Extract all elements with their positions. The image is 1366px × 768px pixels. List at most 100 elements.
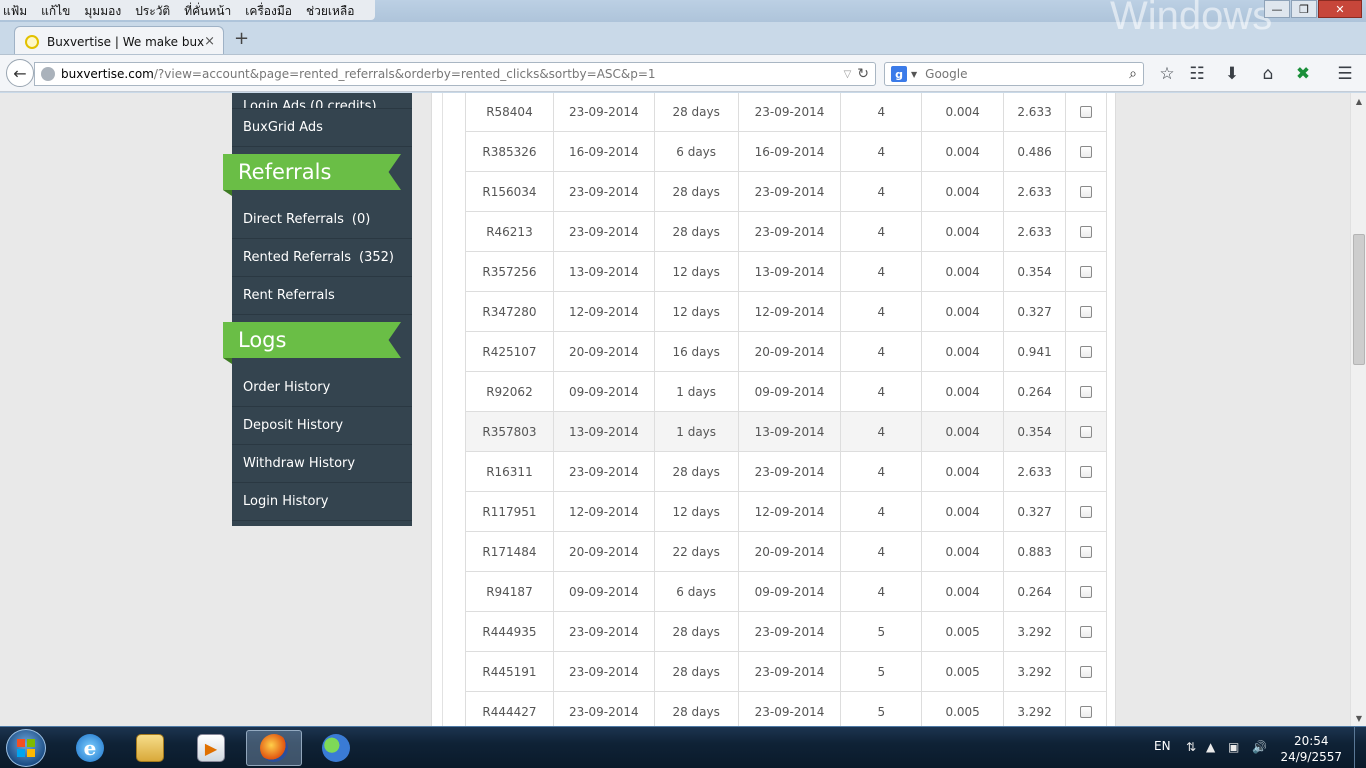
sidebar-item-withdraw-history[interactable]: Withdraw History: [232, 445, 412, 483]
row-checkbox[interactable]: [1080, 266, 1092, 278]
sidebar-item-label: BuxGrid Ads: [243, 120, 323, 135]
tab-title: Buxvertise | We make bux c...: [47, 34, 205, 49]
sidebar-item-buxgrid-ads[interactable]: BuxGrid Ads: [232, 109, 412, 147]
row-checkbox[interactable]: [1080, 626, 1092, 638]
clicks-cell: 4: [840, 491, 923, 532]
google-engine-icon[interactable]: g: [891, 66, 907, 82]
rented-date-cell: 13-09-2014: [552, 411, 655, 452]
referrals-section-header: Referrals: [223, 147, 412, 201]
menu-tools[interactable]: เครื่องมือ: [245, 2, 292, 20]
expires-in-cell: 12 days: [653, 291, 739, 332]
search-box[interactable]: g ▼ ⌕: [884, 62, 1144, 86]
search-icon[interactable]: ⌕: [1129, 66, 1137, 82]
row-checkbox[interactable]: [1080, 146, 1092, 158]
network-icon[interactable]: ▣: [1228, 740, 1239, 754]
menu-history[interactable]: ประวัติ: [135, 2, 170, 20]
show-desktop-button[interactable]: [1354, 727, 1366, 768]
row-checkbox[interactable]: [1080, 546, 1092, 558]
average-cell: 0.004: [921, 451, 1005, 492]
expires-in-cell: 28 days: [653, 691, 739, 726]
row-checkbox[interactable]: [1080, 386, 1092, 398]
table-row: R347280 12-09-2014 12 days 12-09-2014 4 0.004…: [465, 291, 1107, 332]
average-cell: 0.005: [921, 691, 1005, 726]
row-checkbox[interactable]: [1080, 186, 1092, 198]
taskbar-messenger[interactable]: [308, 730, 364, 766]
search-input[interactable]: [925, 67, 1130, 81]
bookmark-star-icon[interactable]: ☆: [1156, 63, 1178, 85]
row-checkbox[interactable]: [1080, 506, 1092, 518]
rented-date-cell: 12-09-2014: [552, 291, 655, 332]
sidebar-item-direct-referrals[interactable]: Direct Referrals (0): [232, 201, 412, 239]
tray-arrow-icon[interactable]: ▲: [1206, 740, 1215, 754]
clock[interactable]: 20:54 24/9/2557: [1280, 733, 1342, 765]
menu-hamburger-icon[interactable]: ☰: [1334, 63, 1356, 85]
row-checkbox[interactable]: [1080, 706, 1092, 718]
taskbar-internet-explorer[interactable]: e: [62, 730, 118, 766]
sidebar-item-deposit-history[interactable]: Deposit History: [232, 407, 412, 445]
scroll-up-icon[interactable]: ▲: [1351, 93, 1366, 109]
row-checkbox[interactable]: [1080, 106, 1092, 118]
menu-bar: แฟ้ม แก้ไข มุมมอง ประวัติ ที่คั่นหน้า เค…: [0, 0, 375, 20]
table-row: R445191 23-09-2014 28 days 23-09-2014 5 0.005…: [465, 651, 1107, 692]
sidebar-item-login-ads[interactable]: Login Ads (0 credits): [232, 93, 412, 109]
site-identity-icon[interactable]: [41, 67, 55, 81]
back-button[interactable]: ←: [6, 59, 34, 87]
home-icon[interactable]: ⌂: [1257, 63, 1279, 85]
sidebar-item-login-history[interactable]: Login History: [232, 483, 412, 521]
menu-help[interactable]: ช่วยเหลือ: [306, 2, 355, 20]
row-checkbox[interactable]: [1080, 666, 1092, 678]
addon-x-icon[interactable]: ✖: [1292, 63, 1314, 85]
row-checkbox[interactable]: [1080, 426, 1092, 438]
maximize-button[interactable]: ❐: [1291, 0, 1317, 18]
row-checkbox[interactable]: [1080, 306, 1092, 318]
referral-id-cell: R444935: [465, 611, 554, 652]
url-text: buxvertise.com/?view=account&page=rented…: [61, 67, 844, 81]
menu-bookmarks[interactable]: ที่คั่นหน้า: [184, 2, 231, 20]
average-cell: 0.004: [921, 571, 1005, 612]
reload-icon[interactable]: ↻: [857, 66, 869, 82]
sidebar-item-rented-referrals[interactable]: Rented Referrals (352): [232, 239, 412, 277]
row-checkbox[interactable]: [1080, 466, 1092, 478]
bookmarks-list-icon[interactable]: ☷: [1186, 63, 1208, 85]
sidebar-item-rent-referrals[interactable]: Rent Referrals: [232, 277, 412, 315]
clicks-cell: 4: [840, 531, 923, 572]
row-checkbox[interactable]: [1080, 586, 1092, 598]
scrollbar-thumb[interactable]: [1353, 234, 1365, 365]
total-cell: 0.327: [1003, 491, 1066, 532]
language-indicator[interactable]: EN: [1154, 739, 1171, 753]
volume-icon[interactable]: 🔊: [1252, 740, 1267, 754]
main-content-panel: R58404 23-09-2014 28 days 23-09-2014 4 0.004 2…: [431, 93, 1116, 726]
rented-date-cell: 23-09-2014: [552, 651, 655, 692]
minimize-button[interactable]: —: [1264, 0, 1290, 18]
total-cell: 2.633: [1003, 211, 1066, 252]
start-button[interactable]: [6, 729, 46, 767]
referral-id-cell: R171484: [465, 531, 554, 572]
sidebar-item-order-history[interactable]: Order History: [232, 369, 412, 407]
engine-dropdown-icon[interactable]: ▼: [911, 70, 917, 79]
close-window-button[interactable]: ✕: [1318, 0, 1362, 18]
row-checkbox[interactable]: [1080, 226, 1092, 238]
menu-view[interactable]: มุมมอง: [84, 2, 121, 20]
url-dropdown-icon[interactable]: ▽: [844, 69, 852, 80]
menu-file[interactable]: แฟ้ม: [3, 2, 27, 20]
menu-edit[interactable]: แก้ไข: [41, 2, 70, 20]
page-scrollbar[interactable]: ▲ ▼: [1350, 93, 1366, 726]
url-bar[interactable]: buxvertise.com/?view=account&page=rented…: [34, 62, 876, 86]
table-row: R94187 09-09-2014 6 days 09-09-2014 4 0.004 0.…: [465, 571, 1107, 612]
clicks-cell: 4: [840, 211, 923, 252]
keyboard-icon[interactable]: ⇅: [1186, 740, 1196, 754]
downloads-icon[interactable]: ⬇: [1221, 63, 1243, 85]
tab-buxvertise[interactable]: Buxvertise | We make bux c... ×: [14, 26, 224, 56]
taskbar-explorer[interactable]: [122, 730, 178, 766]
new-tab-button[interactable]: +: [234, 28, 249, 49]
average-cell: 0.004: [921, 371, 1005, 412]
tab-close-icon[interactable]: ×: [204, 34, 215, 49]
clicks-cell: 4: [840, 411, 923, 452]
taskbar-firefox[interactable]: [246, 730, 302, 766]
scroll-down-icon[interactable]: ▼: [1351, 710, 1366, 726]
table-row: R117951 12-09-2014 12 days 12-09-2014 4 0.004…: [465, 491, 1107, 532]
row-checkbox[interactable]: [1080, 346, 1092, 358]
logs-ribbon: Logs: [223, 322, 401, 358]
clicks-cell: 4: [840, 131, 923, 172]
taskbar-media-player[interactable]: ▶: [183, 730, 239, 766]
